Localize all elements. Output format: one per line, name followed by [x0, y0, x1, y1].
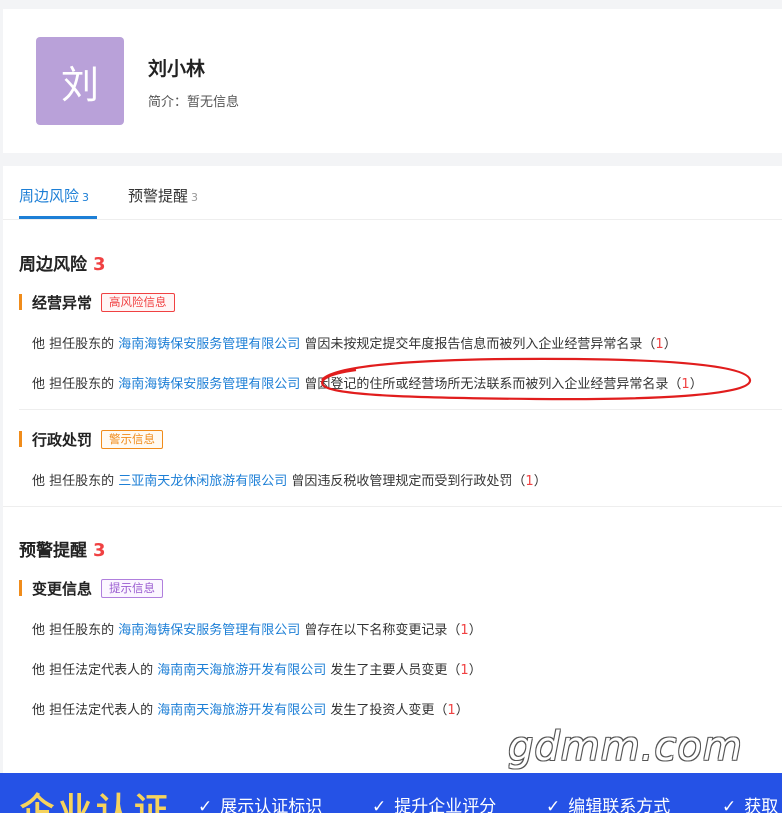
section-count: 3 [93, 254, 106, 275]
check-icon: ✓ [722, 797, 737, 813]
banner-feature-label: 展示认证标识 [220, 797, 323, 813]
row-count: 1 [681, 377, 690, 392]
company-link[interactable]: 三亚南天龙休闲旅游有限公司 [118, 474, 287, 489]
row-prefix: 他 担任股东的 [32, 337, 119, 352]
risk-row: 他 担任股东的 海南海铸保安服务管理有限公司 曾因未按规定提交年度报告信息而被列… [32, 333, 677, 352]
group-head-abnormal: 经营异常 高风险信息 [19, 292, 175, 312]
active-tab-indicator [19, 216, 97, 219]
company-link[interactable]: 海南南天海旅游开发有限公司 [157, 703, 326, 718]
section-divider [3, 506, 782, 507]
group-head-penalty: 行政处罚 警示信息 [19, 429, 164, 449]
banner-feature: ✓ 提升企业评分 [372, 792, 496, 813]
section-title-warning: 预警提醒 3 [19, 536, 106, 561]
row-text: 曾因未按规定提交年度报告信息而被列入企业经营异常名录（ [300, 337, 656, 352]
group-title: 变更信息 [32, 579, 93, 598]
row-text: 发生了投资人变更（ [326, 703, 448, 718]
row-suffix: ） [468, 663, 482, 678]
row-prefix: 他 担任法定代表人的 [32, 703, 158, 718]
row-text: 曾因违反税收管理规定而受到行政处罚（ [287, 474, 526, 489]
row-prefix: 他 担任股东的 [32, 474, 119, 489]
row-suffix: ） [533, 474, 547, 489]
risk-row: 他 担任法定代表人的 海南南天海旅游开发有限公司 发生了主要人员变更（1） [32, 659, 482, 678]
row-count: 1 [460, 623, 469, 638]
warning-tag: 警示信息 [101, 429, 164, 449]
section-title-text: 预警提醒 [19, 541, 87, 561]
company-link[interactable]: 海南海铸保安服务管理有限公司 [118, 377, 300, 392]
company-link[interactable]: 海南海铸保安服务管理有限公司 [118, 623, 300, 638]
group-bar [19, 580, 22, 596]
row-count: 1 [655, 337, 664, 352]
company-link[interactable]: 海南海铸保安服务管理有限公司 [118, 337, 300, 352]
section-title-risk: 周边风险 3 [19, 250, 106, 275]
watermark: gdmm.com [508, 724, 743, 770]
row-text: 发生了主要人员变更（ [326, 663, 461, 678]
section-count: 3 [93, 540, 106, 561]
risk-row: 他 担任股东的 海南海铸保安服务管理有限公司 曾因登记的住所或经营场所无法联系而… [32, 373, 703, 392]
divider [19, 409, 782, 410]
row-suffix: ） [455, 703, 469, 718]
banner-feature: ✓ 展示认证标识 [198, 792, 322, 813]
banner-feature-label: 编辑联系方式 [568, 797, 671, 813]
person-name: 刘小林 [148, 58, 206, 80]
risk-row: 他 担任股东的 三亚南天龙休闲旅游有限公司 曾因违反税收管理规定而受到行政处罚（… [32, 470, 547, 489]
row-prefix: 他 担任股东的 [32, 623, 119, 638]
row-text: 曾因登记的住所或经营场所无法联系而被列入企业经营异常名录（ [300, 377, 682, 392]
row-prefix: 他 担任股东的 [32, 377, 119, 392]
high-risk-tag: 高风险信息 [101, 292, 175, 312]
hint-tag: 提示信息 [101, 578, 164, 598]
check-icon: ✓ [372, 797, 387, 813]
avatar: 刘 [36, 37, 124, 125]
row-suffix: ） [689, 377, 703, 392]
row-suffix: ） [663, 337, 677, 352]
person-intro: 简介：暂无信息 [148, 95, 240, 110]
check-icon: ✓ [546, 797, 561, 813]
tab-count: 3 [191, 191, 199, 204]
tab-warning[interactable]: 预警提醒 3 [128, 185, 198, 206]
banner-feature-label: 提升企业评分 [394, 797, 497, 813]
company-link[interactable]: 海南南天海旅游开发有限公司 [157, 663, 326, 678]
profile-card: 刘 刘小林 简介：暂无信息 [3, 9, 782, 153]
section-title-text: 周边风险 [19, 255, 87, 275]
risk-row: 他 担任法定代表人的 海南南天海旅游开发有限公司 发生了投资人变更（1） [32, 699, 469, 718]
banner-feature: ✓ 编辑联系方式 [546, 792, 670, 813]
tab-label: 预警提醒 [128, 187, 189, 205]
enterprise-cert-banner[interactable]: 企业认证 ✓ 展示认证标识 ✓ 提升企业评分 ✓ 编辑联系方式 ✓ 获取 [0, 773, 782, 813]
group-bar [19, 431, 22, 447]
group-head-change: 变更信息 提示信息 [19, 578, 164, 598]
row-prefix: 他 担任法定代表人的 [32, 663, 158, 678]
risk-row: 他 担任股东的 海南海铸保安服务管理有限公司 曾存在以下名称变更记录（1） [32, 619, 482, 638]
tab-bar: 周边风险 3 预警提醒 3 [3, 166, 782, 220]
row-count: 1 [460, 663, 469, 678]
tab-count: 3 [82, 191, 90, 204]
tab-label: 周边风险 [19, 187, 80, 205]
group-title: 经营异常 [32, 293, 93, 312]
risk-card: 周边风险 3 预警提醒 3 周边风险 3 经营异常 高风险信息 他 担任股东的 海南海… [3, 166, 782, 773]
banner-title: 企业认证 [20, 791, 172, 813]
row-suffix: ） [468, 623, 482, 638]
banner-feature: ✓ 获取 [722, 792, 778, 813]
group-title: 行政处罚 [32, 430, 93, 449]
group-bar [19, 294, 22, 310]
banner-feature-label: 获取 [744, 797, 779, 813]
tab-surrounding-risk[interactable]: 周边风险 3 [19, 185, 89, 206]
row-count: 1 [447, 703, 456, 718]
check-icon: ✓ [198, 797, 213, 813]
row-count: 1 [525, 474, 534, 489]
row-text: 曾存在以下名称变更记录（ [300, 623, 461, 638]
